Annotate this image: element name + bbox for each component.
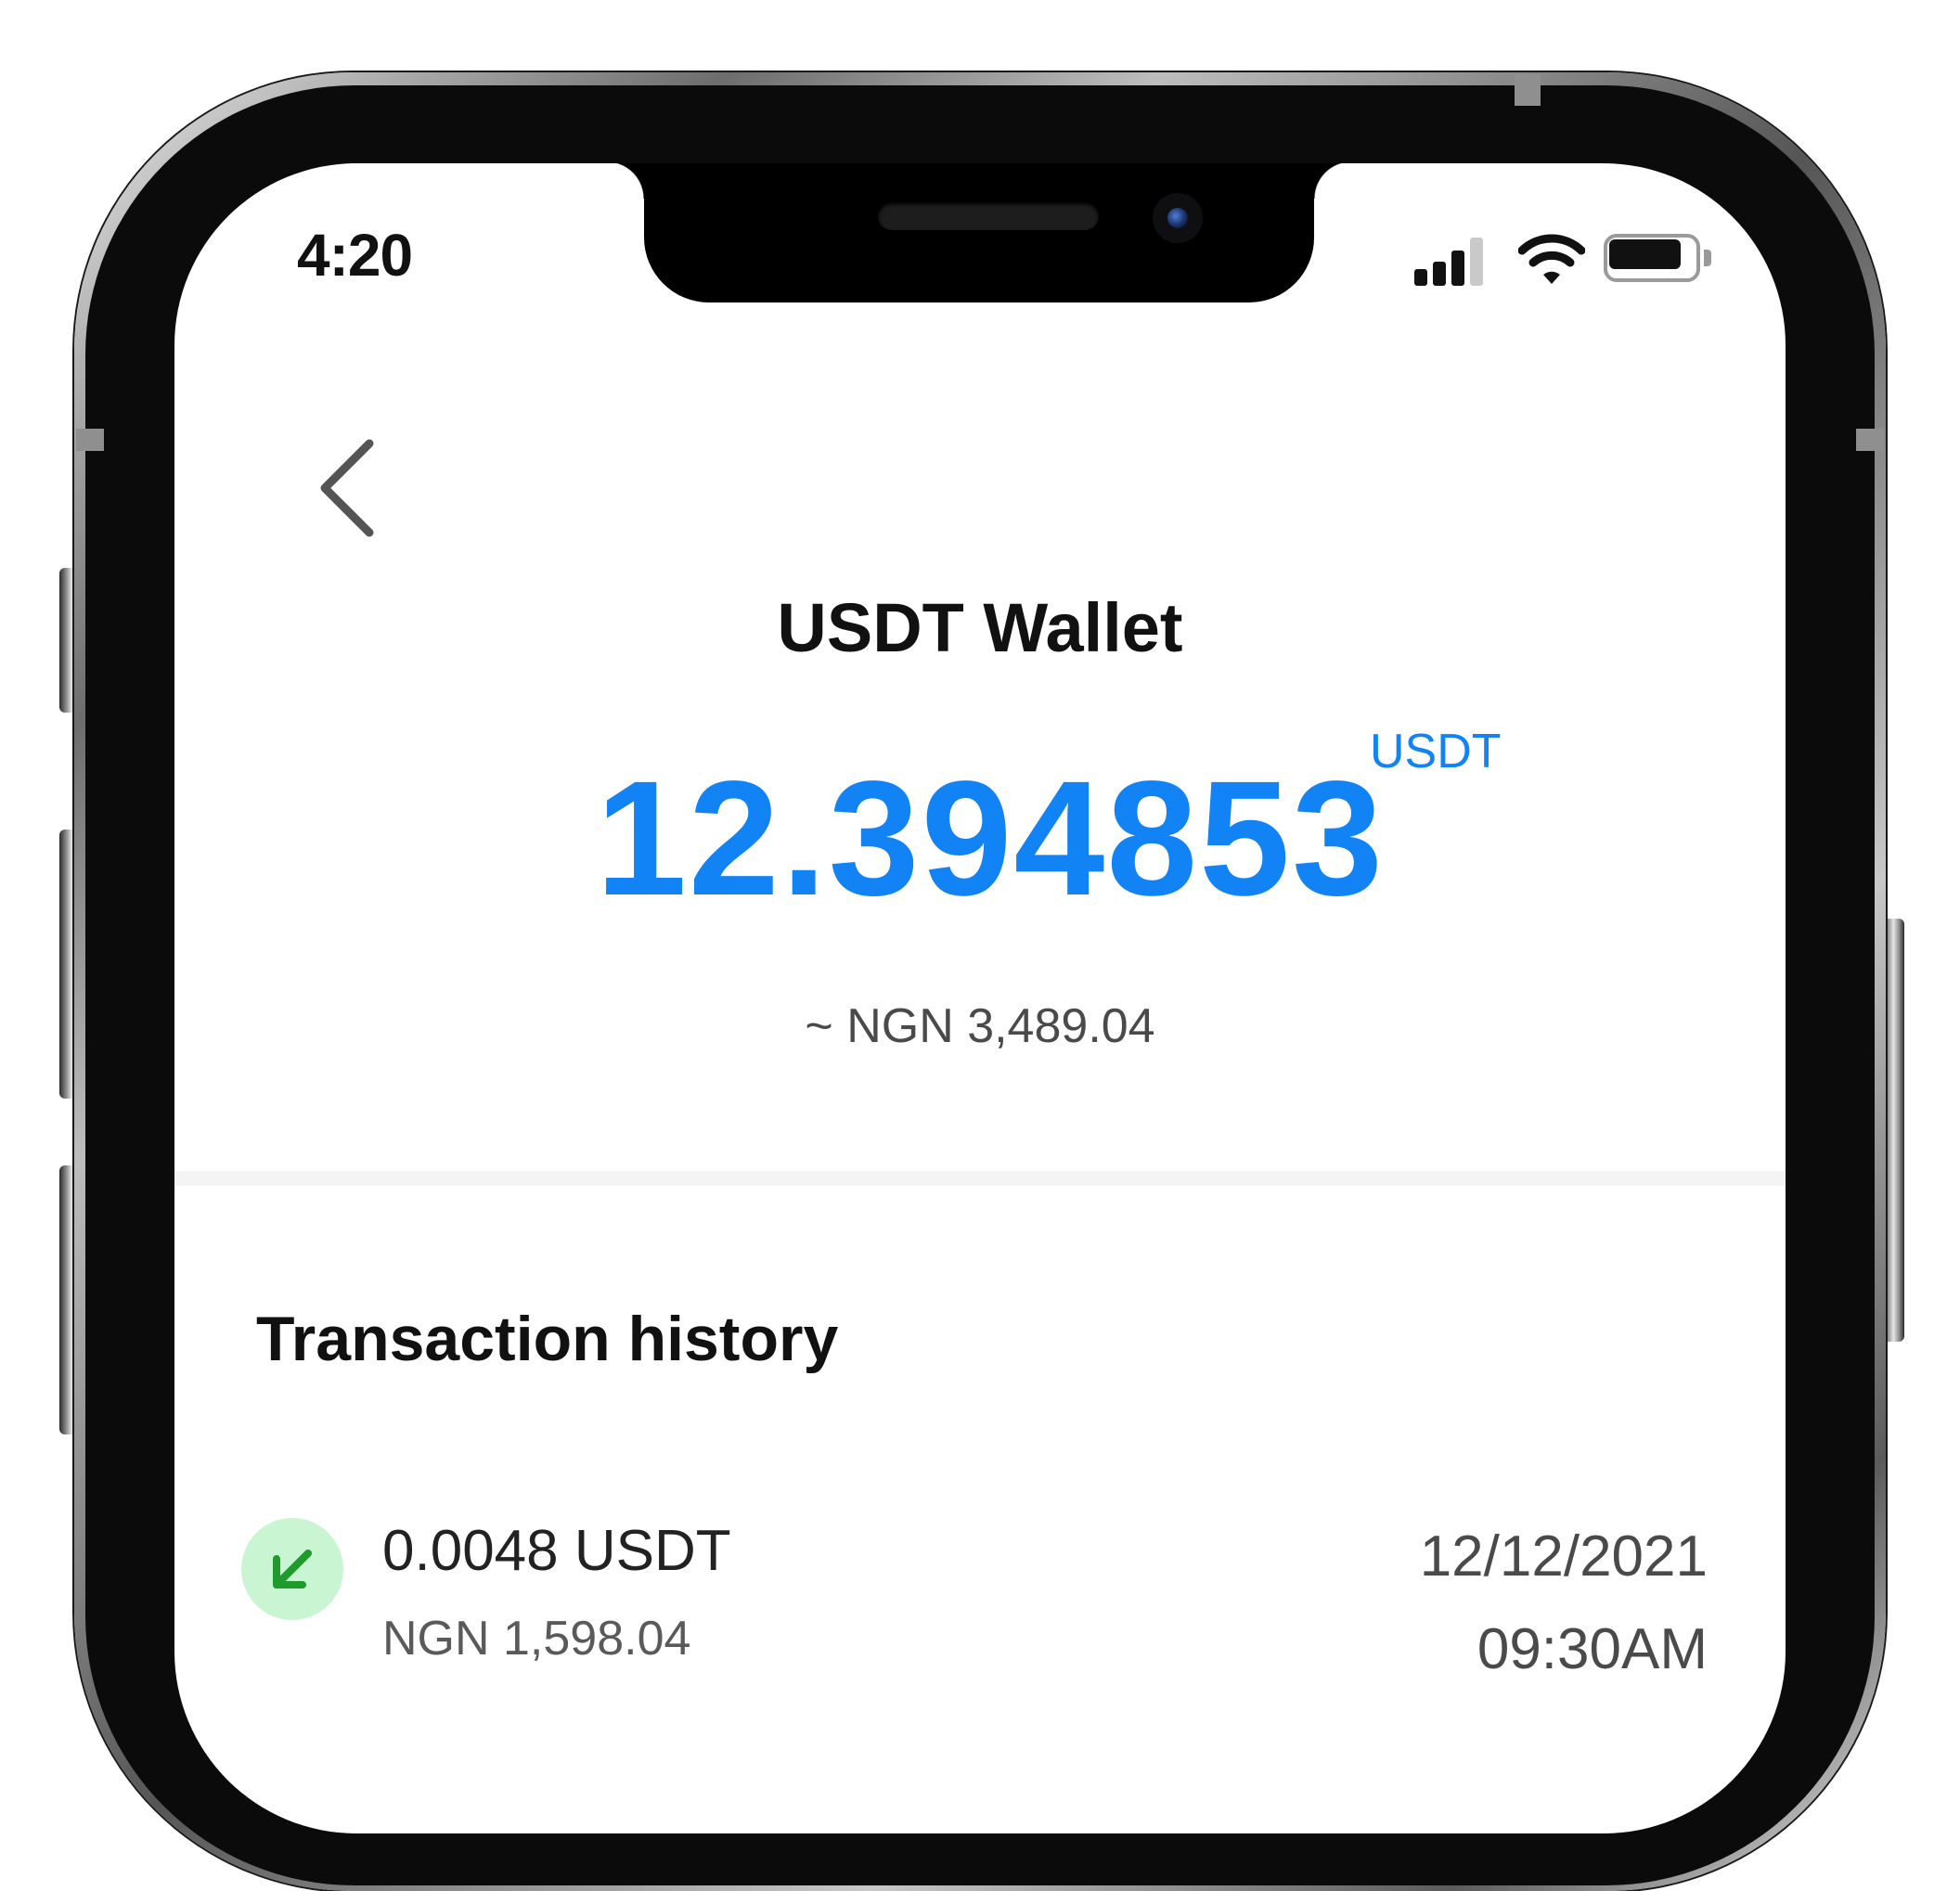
- battery-icon: [1604, 234, 1713, 286]
- balance-display: 12.394853 USDT: [174, 725, 1786, 920]
- transaction-row[interactable]: 0.0048 USDT NGN 1,598.04 12/12/2021 09:3…: [241, 1518, 1708, 1704]
- antenna-band: [76, 429, 104, 451]
- status-time: 4:20: [297, 222, 413, 289]
- chevron-left-icon: [320, 439, 374, 537]
- transaction-time: 09:30AM: [1476, 1617, 1708, 1681]
- back-button[interactable]: [304, 432, 397, 544]
- front-camera: [1153, 193, 1203, 243]
- transaction-direction-badge: [241, 1518, 343, 1620]
- page-title: USDT Wallet: [777, 589, 1183, 666]
- transaction-date: 12/12/2021: [1419, 1524, 1708, 1589]
- transaction-amount: 0.0048 USDT: [382, 1519, 731, 1583]
- phone-screen: 4:20 USDT Wallet 12.394853 USDT ~ NGN 3,…: [174, 163, 1786, 1833]
- earpiece-speaker: [878, 202, 1099, 230]
- notch: [607, 163, 1351, 302]
- transaction-fiat-amount: NGN 1,598.04: [382, 1612, 691, 1666]
- cellular-signal-icon: [1414, 234, 1498, 286]
- section-divider: [174, 1171, 1786, 1186]
- fiat-equivalent: ~ NGN 3,489.04: [805, 999, 1155, 1053]
- antenna-band: [1856, 429, 1884, 451]
- balance-currency: USDT: [1370, 725, 1502, 778]
- wifi-icon: [1518, 234, 1585, 284]
- antenna-band: [1515, 74, 1541, 106]
- section-title: Transaction history: [256, 1304, 839, 1374]
- balance-amount: 12.394853: [596, 748, 1385, 930]
- arrow-down-left-icon: [273, 1550, 312, 1589]
